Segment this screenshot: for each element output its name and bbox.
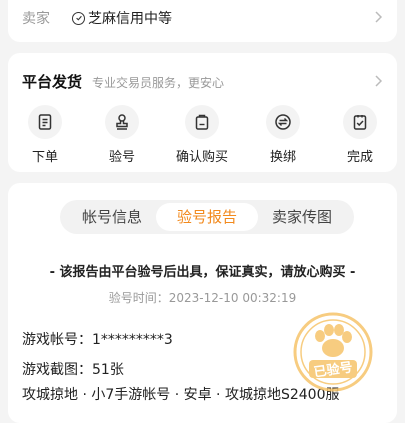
step-complete: 完成 [330,105,390,165]
clipboard-check-icon [343,105,377,139]
chevron-right-icon [375,11,383,23]
game-screenshots: 游戏截图：51张 [22,362,124,378]
chevron-right-icon [375,75,383,87]
seller-card[interactable]: 卖家 芝麻信用中等 [8,0,397,42]
platform-delivery-card[interactable]: 平台发货 专业交易员服务，更安心 下单 验号 确认购买 换绑 完成 [8,53,397,172]
bag-icon [185,105,219,139]
step-label: 确认购买 [175,150,228,165]
step-confirm-purchase: 确认购买 [172,105,232,165]
check-circle-icon [72,11,85,25]
step-label: 换绑 [269,150,296,165]
tab-verify-report[interactable]: 验号报告 [156,203,258,231]
step-label: 下单 [31,150,58,165]
report-tabs: 帐号信息 验号报告 卖家传图 [60,200,354,234]
document-icon [28,105,62,139]
tab-seller-images[interactable]: 卖家传图 [250,200,354,234]
step-order: 下单 [15,105,75,165]
service-title: 平台发货 [22,73,83,91]
report-card: 帐号信息 验号报告 卖家传图 - 该报告由平台验号后出具，保证真实，请放心购买 … [8,183,397,423]
step-rebind: 换绑 [253,105,313,165]
seller-label: 卖家 [22,11,50,27]
service-subtitle: 专业交易员服务，更安心 [92,76,225,90]
stamp-icon [105,105,139,139]
seller-credit: 芝麻信用中等 [88,11,172,27]
step-verify: 验号 [92,105,152,165]
step-label: 完成 [346,150,373,165]
delivery-steps: 下单 验号 确认购买 换绑 完成 [8,105,397,165]
verified-stamp: 已验号 [293,312,373,392]
swap-icon [266,105,300,139]
verify-time: 验号时间：2023-12-10 00:32:19 [108,291,297,305]
game-account: 游戏帐号：1*********3 [22,332,173,348]
report-notice: - 该报告由平台验号后出具，保证真实，请放心购买 - [49,265,356,280]
step-label: 验号 [108,150,135,165]
tab-account-info[interactable]: 帐号信息 [60,200,164,234]
